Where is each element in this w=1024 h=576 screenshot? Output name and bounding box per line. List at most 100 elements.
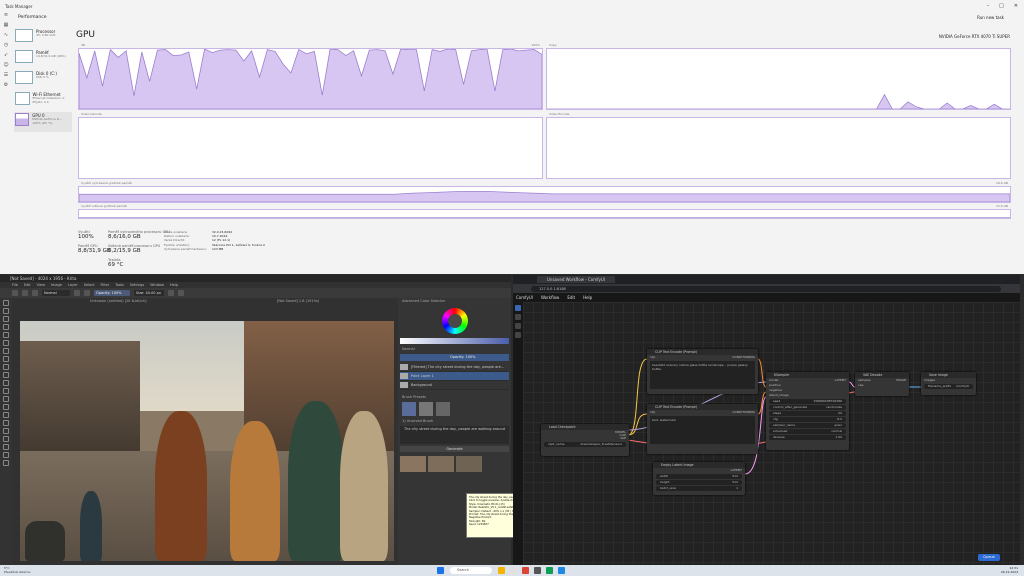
run-new-task-button[interactable]: Run new task	[977, 15, 1024, 20]
weather-widget[interactable]: 5°C Převážně oblačno	[4, 566, 30, 574]
menu-view[interactable]: View	[37, 282, 45, 288]
picker-tool-icon[interactable]	[3, 380, 9, 386]
terminal-icon[interactable]	[510, 567, 517, 574]
resource-gpu[interactable]: GPU 0 NVIDIA GeForce R... 100% (65 °C)	[14, 112, 72, 132]
brush-preset[interactable]	[436, 402, 450, 416]
node-empty-latent-image[interactable]: Empty Latent Image LATENT width 512 heigh…	[653, 462, 745, 495]
menu-select[interactable]: Select	[84, 282, 95, 288]
output-latent[interactable]: LATENT	[653, 468, 745, 473]
menu-tools[interactable]: Tools	[115, 282, 124, 288]
menu-edit[interactable]: Edit	[24, 282, 31, 288]
menu-settings[interactable]: Settings	[130, 282, 144, 288]
menu-edit[interactable]: Edit	[567, 295, 575, 300]
layer-row[interactable]: [Filtered] The city street during the da…	[400, 363, 509, 372]
prompt-input[interactable]: The city street during the day, people a…	[400, 426, 509, 444]
input-latent-image[interactable]: latent_image	[766, 393, 849, 398]
input-images[interactable]: images	[921, 378, 976, 383]
layer-row[interactable]: Background	[400, 381, 509, 390]
wrap-icon[interactable]	[178, 290, 184, 296]
queue-button[interactable]: Queue	[978, 554, 1000, 561]
scheduler-widget[interactable]: scheduler normal	[769, 429, 846, 434]
blend-mode-select[interactable]: Normal	[42, 290, 70, 296]
input-clip[interactable]: clip	[650, 355, 655, 360]
denoise-widget[interactable]: denoise 1.00	[769, 435, 846, 440]
node-library-icon[interactable]	[515, 314, 521, 320]
node-load-checkpoint[interactable]: Load Checkpoint MODEL CLIP VAE ckpt_name…	[541, 424, 629, 456]
queue-icon[interactable]	[515, 305, 521, 311]
start-icon[interactable]	[437, 567, 444, 574]
startup-icon[interactable]: ➶	[0, 52, 12, 62]
krita-icon[interactable]	[534, 567, 541, 574]
node-save-image[interactable]: Save Image images filename_prefix ComfyUI	[921, 372, 976, 395]
file-explorer-icon[interactable]	[498, 567, 505, 574]
address-bar[interactable]: 127.0.0.1:8188	[531, 285, 1001, 292]
result-thumb[interactable]	[400, 456, 426, 472]
output-vae[interactable]: VAE	[541, 436, 629, 441]
input-vae[interactable]: vae	[855, 383, 909, 388]
line-tool-icon[interactable]	[3, 324, 9, 330]
batch-size-widget[interactable]: batch_size 1	[656, 486, 742, 491]
lasso-tool-icon[interactable]	[3, 420, 9, 426]
output-image[interactable]: IMAGE	[896, 378, 906, 383]
ellipse-tool-icon[interactable]	[3, 340, 9, 346]
open-icon[interactable]	[22, 290, 28, 296]
height-widget[interactable]: height 512	[656, 480, 742, 485]
rect-tool-icon[interactable]	[3, 332, 9, 338]
result-thumb[interactable]	[456, 456, 482, 472]
app-icon[interactable]	[546, 567, 553, 574]
eraser-icon[interactable]	[74, 290, 80, 296]
filename-prefix-widget[interactable]: filename_prefix ComfyUI	[924, 384, 973, 389]
model-library-icon[interactable]	[515, 323, 521, 329]
select-tool-icon[interactable]	[3, 300, 9, 306]
system-clock[interactable]: 12:31 26.12.2024	[1001, 566, 1018, 574]
taskbar-search[interactable]: Search	[450, 567, 492, 574]
control-after-generate-widget[interactable]: control_after_generate randomize	[769, 405, 846, 410]
node-vae-decode[interactable]: VAE Decode samples IMAGE vae	[855, 372, 909, 396]
cfg-widget[interactable]: cfg 8.0	[769, 417, 846, 422]
steps-widget[interactable]: steps 20	[769, 411, 846, 416]
assistant-tool-icon[interactable]	[3, 444, 9, 450]
mirror-icon[interactable]	[168, 290, 174, 296]
brush-tool-icon[interactable]	[3, 316, 9, 322]
chrome-icon[interactable]	[522, 567, 529, 574]
menu-file[interactable]: File	[12, 282, 18, 288]
ckpt-name-widget[interactable]: ckpt_name dreamshaper_8.safetensors	[544, 442, 626, 447]
size-slider[interactable]: Size: 40.00 px	[134, 290, 164, 296]
resource-cpu[interactable]: Processor 4% 3.80 GHz	[14, 28, 72, 48]
image-canvas[interactable]	[20, 321, 394, 561]
seed-widget[interactable]: seed 156680208700286	[769, 399, 846, 404]
processes-icon[interactable]: ▦	[0, 22, 12, 32]
sampler-name-widget[interactable]: sampler_name euler	[769, 423, 846, 428]
browser-tab[interactable]: Unsaved Workflow - ComfyUI	[537, 276, 615, 283]
workflows-icon[interactable]	[515, 332, 521, 338]
measure-tool-icon[interactable]	[3, 436, 9, 442]
pan-tool-icon[interactable]	[3, 412, 9, 418]
brush-preset[interactable]	[419, 402, 433, 416]
node-clip-text-negative[interactable]: CLIP Text Encode (Prompt) clip CONDITIONI…	[647, 404, 758, 454]
width-widget[interactable]: width 512	[656, 474, 742, 479]
output-latent[interactable]: LATENT	[835, 378, 846, 383]
fg-bg-color-icon[interactable]	[3, 460, 9, 466]
move-tool-icon[interactable]	[3, 396, 9, 402]
layer-row[interactable]: Paint Layer 1	[400, 372, 509, 381]
text-tool-icon[interactable]	[3, 356, 9, 362]
minimize-icon[interactable]: –	[987, 3, 990, 9]
transform-tool-icon[interactable]	[3, 308, 9, 314]
crop-tool-icon[interactable]	[3, 388, 9, 394]
menu-icon[interactable]: ≡	[0, 12, 12, 22]
alpha-icon[interactable]	[84, 290, 90, 296]
menu-help[interactable]: Help	[170, 282, 178, 288]
tab-untitled[interactable]: Unknown (untitled) [2K 8-bit/ch]	[20, 299, 207, 305]
details-icon[interactable]: ☰	[0, 72, 12, 82]
node-graph-canvas[interactable]: Load Checkpoint MODEL CLIP VAE ckpt_name…	[523, 302, 1020, 565]
users-icon[interactable]: ☺	[0, 62, 12, 72]
opacity-slider[interactable]: Opacity: 100%	[94, 290, 130, 296]
menu-layer[interactable]: Layer	[68, 282, 78, 288]
menu-image[interactable]: Image	[51, 282, 62, 288]
resource-memory[interactable]: Paměť 14,8/31,9 GB (46%)	[14, 49, 72, 69]
gradient-tool-icon[interactable]	[3, 372, 9, 378]
menu-workflow[interactable]: Workflow	[541, 295, 559, 300]
resource-network[interactable]: Wi-Fi Ethernet Ethernet Odesláno: 0 Přija…	[14, 91, 72, 111]
menu-window[interactable]: Window	[150, 282, 164, 288]
output-conditioning[interactable]: CONDITIONING	[732, 355, 755, 360]
